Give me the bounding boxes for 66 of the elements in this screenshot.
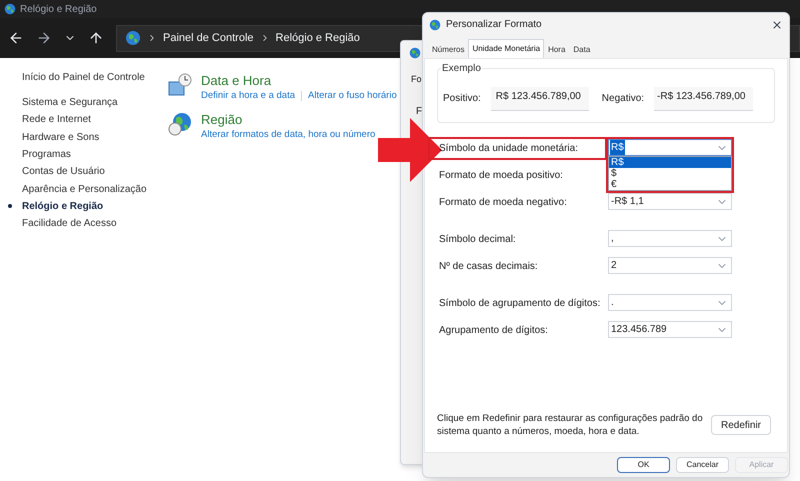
sidebar-item[interactable]: Relógio e Região (22, 198, 104, 215)
field-label: Nº de casas decimais: (438, 260, 539, 274)
combo-value: , (610, 232, 615, 246)
combo-box[interactable]: -R$ 1,1 (608, 193, 732, 210)
positive-example: R$ 123.456.789,00 (490, 86, 589, 110)
dropdown-option[interactable]: € (609, 179, 731, 190)
sidebar-item[interactable]: Rede e Internet (22, 111, 91, 128)
dialog-button[interactable]: OK (617, 457, 670, 473)
globe-icon (429, 18, 441, 30)
combo-box[interactable]: , (608, 230, 732, 247)
task-link[interactable]: Alterar o fuso horário (308, 89, 397, 104)
up-icon[interactable] (88, 30, 104, 46)
field-label: Negativo: (602, 92, 644, 106)
sidebar-item[interactable]: Contas de Usuário (22, 163, 105, 180)
globe-icon (4, 3, 16, 15)
tab[interactable]: Hora (544, 42, 570, 58)
dialog-button[interactable]: Cancelar (676, 457, 729, 473)
calendar-clock-icon (168, 73, 192, 97)
close-icon[interactable] (771, 18, 783, 30)
bullet-icon (8, 204, 12, 208)
dropdown-option[interactable]: R$ (609, 157, 731, 168)
field-label: F (416, 104, 424, 118)
category-title[interactable]: Região (201, 112, 376, 128)
tab[interactable]: Unidade Monetária (468, 39, 544, 58)
combo-value: . (610, 296, 615, 310)
tab[interactable]: Data (569, 42, 594, 58)
field-label: Símbolo de agrupamento de dígitos: (438, 297, 602, 311)
field-label: Símbolo da unidade monetária: (428, 137, 607, 160)
sidebar-item[interactable]: Hardware e Sons (22, 128, 100, 146)
sidebar-item[interactable]: Facilidade de Acesso (22, 215, 117, 232)
combo-value: 123.456.789 (610, 323, 668, 337)
sidebar-item[interactable]: Programas (22, 146, 71, 164)
category-title[interactable]: Data e Hora (201, 73, 397, 89)
field-label: Positivo: (443, 92, 481, 106)
combo-value: R$ (610, 140, 625, 155)
globe-clock-icon (168, 112, 192, 136)
sidebar-item[interactable]: Sistema e Segurança (22, 94, 118, 112)
dropdown-option[interactable]: $ (609, 168, 731, 179)
field-label: Agrupamento de dígitos: (438, 324, 549, 338)
sidebar-item[interactable]: Aparência e Personalização (22, 180, 147, 198)
field-label: Formato de moeda positivo: (438, 169, 564, 183)
globe-icon (125, 30, 141, 46)
breadcrumb-item[interactable]: Relógio e Região (276, 30, 360, 46)
field-label: Formato de moeda negativo: (438, 196, 568, 210)
field-label: Símbolo decimal: (438, 233, 517, 247)
dialog-title: Personalizar Formato (446, 18, 543, 32)
reset-button[interactable]: Redefinir (711, 415, 771, 435)
combo-box[interactable]: R$ (608, 139, 732, 156)
group-legend: Exemplo (441, 61, 482, 76)
combo-box[interactable]: 2 (608, 257, 732, 274)
task-link[interactable]: Definir a hora e a data (201, 89, 296, 104)
combo-box[interactable]: 123.456.789 (608, 321, 732, 338)
globe-icon (409, 47, 421, 59)
negative-example: -R$ 123.456.789,00 (654, 86, 754, 110)
task-link[interactable]: Alterar formatos de data, hora ou número (201, 128, 376, 142)
reset-description: Clique em Redefinir para restaurar as configurações padrão do sistema quanto a números, moeda, hora e data. (437, 412, 704, 438)
tab[interactable]: Números (428, 42, 468, 58)
combo-value: -R$ 1,1 (610, 195, 645, 209)
tab-label: Fo (411, 73, 423, 86)
combo-box[interactable]: . (608, 294, 732, 311)
sidebar-link[interactable]: Início do Painel de Controle (22, 69, 150, 86)
breadcrumb-item[interactable]: Painel de Controle (163, 30, 254, 46)
back-icon[interactable] (8, 30, 24, 46)
forward-icon[interactable] (36, 30, 52, 46)
window-title: Relógio e Região (20, 2, 97, 16)
combo-value: 2 (610, 259, 618, 273)
